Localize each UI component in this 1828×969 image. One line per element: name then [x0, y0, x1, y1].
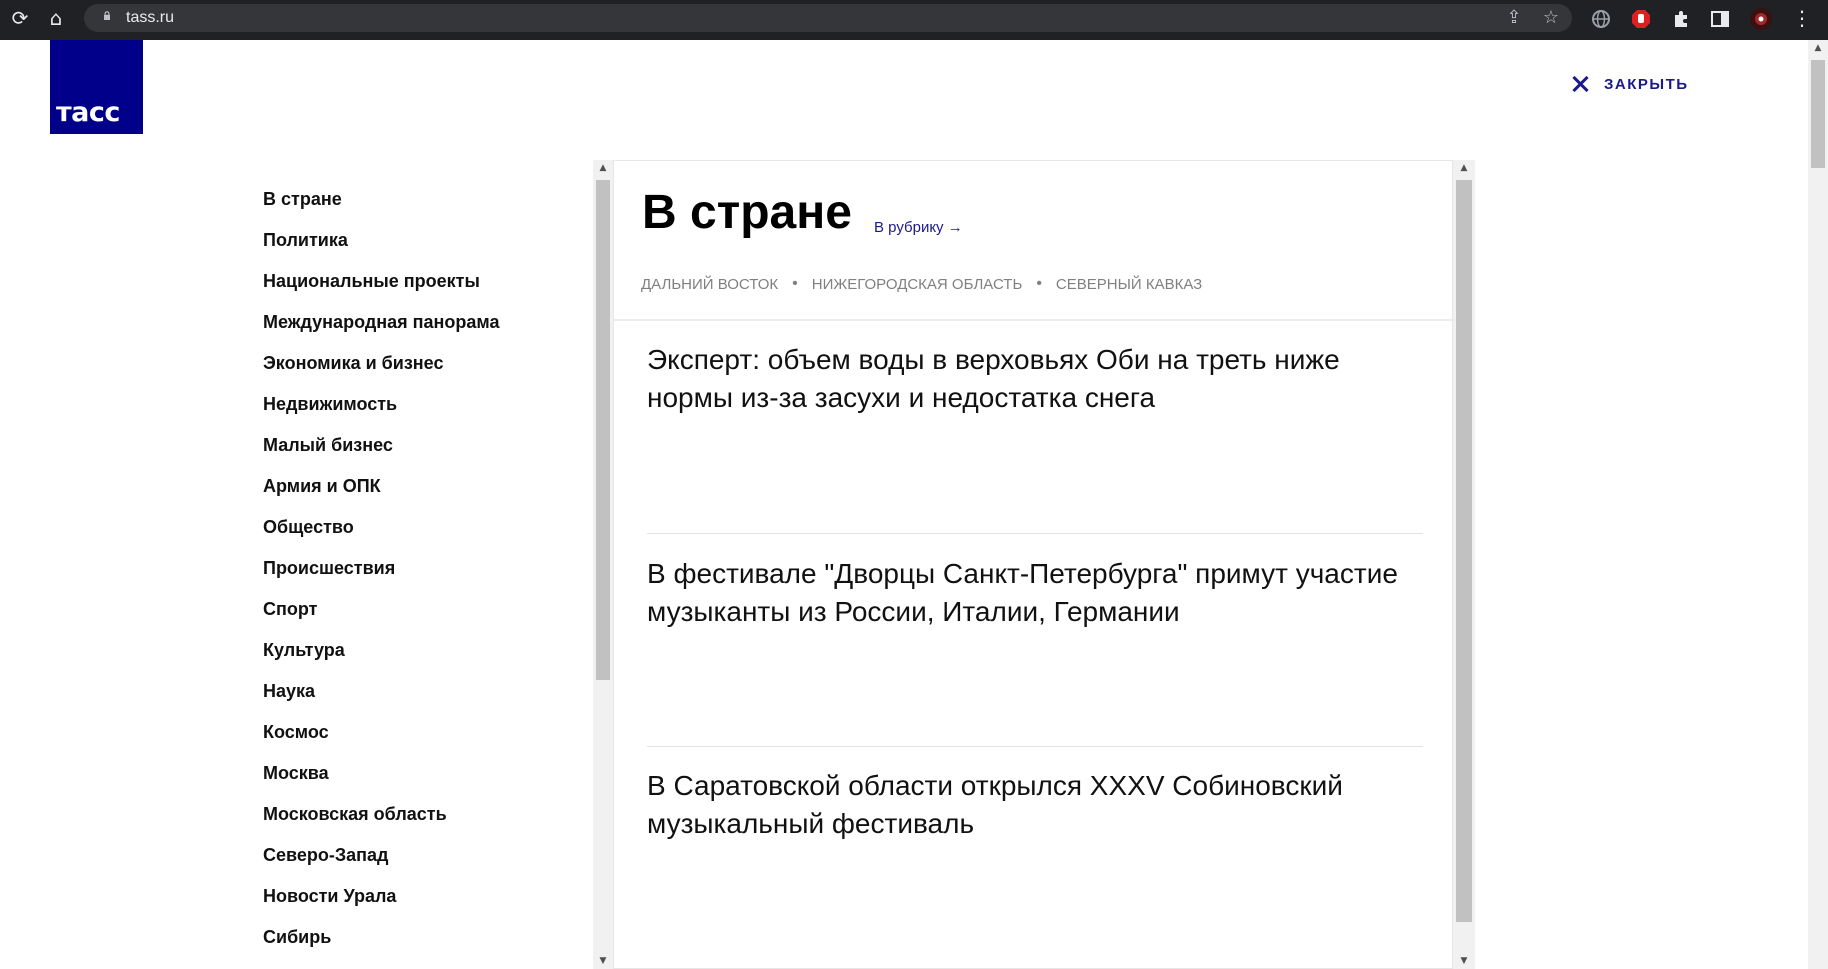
tag-separator: •	[1036, 275, 1042, 292]
category-list: В стране Политика Национальные проекты М…	[263, 188, 583, 967]
category-scrollbar-thumb[interactable]	[596, 180, 610, 680]
category-item[interactable]: Новости Урала	[263, 885, 583, 926]
sidepanel-icon[interactable]	[1707, 6, 1733, 32]
news-item[interactable]: Эксперт: объем воды в верховьях Оби на т…	[647, 341, 1423, 417]
news-item[interactable]: В Саратовской области открылся XXXV Соби…	[647, 767, 1423, 843]
profile-avatar[interactable]	[1748, 6, 1774, 32]
category-item[interactable]: Спорт	[263, 598, 583, 639]
category-item[interactable]: Армия и ОПК	[263, 475, 583, 516]
rubric-scrollbar-thumb[interactable]	[1456, 180, 1472, 922]
news-item[interactable]: В фестивале "Дворцы Санкт-Петербурга" пр…	[647, 555, 1423, 631]
divider	[647, 533, 1423, 534]
tag-link[interactable]: НИЖЕГОРОДСКАЯ ОБЛАСТЬ	[812, 276, 1023, 293]
news-headline[interactable]: В фестивале "Дворцы Санкт-Петербурга" пр…	[647, 555, 1423, 631]
rubric-panel: В стране В рубрику → ДАЛЬНИЙ ВОСТОК • НИ…	[613, 160, 1453, 969]
reload-icon[interactable]: ⟳	[0, 0, 40, 36]
tag-link[interactable]: ДАЛЬНИЙ ВОСТОК	[641, 276, 778, 293]
category-item[interactable]: Москва	[263, 762, 583, 803]
bookmark-star-icon[interactable]: ☆	[1539, 7, 1563, 29]
home-icon[interactable]: ⌂	[36, 0, 76, 36]
globe-icon[interactable]	[1588, 6, 1614, 32]
news-headline[interactable]: Эксперт: объем воды в верховьях Оби на т…	[647, 341, 1423, 417]
category-item[interactable]: Общество	[263, 516, 583, 557]
category-item[interactable]: Наука	[263, 680, 583, 721]
close-icon	[1570, 74, 1590, 94]
category-item[interactable]: Московская область	[263, 803, 583, 844]
divider	[647, 746, 1423, 747]
scroll-up-arrow-icon[interactable]: ▲	[1453, 160, 1475, 176]
rubric-scrollbar[interactable]: ▲ ▼	[1453, 160, 1475, 969]
page-scrollbar-thumb[interactable]	[1811, 60, 1825, 168]
category-item[interactable]: Недвижимость	[263, 393, 583, 434]
rubric-title: В стране	[642, 186, 852, 239]
browser-menu-icon[interactable]: ⋮	[1782, 0, 1822, 36]
category-item[interactable]: Национальные проекты	[263, 270, 583, 311]
close-button[interactable]: ЗАКРЫТЬ	[1570, 74, 1689, 94]
tag-link[interactable]: СЕВЕРНЫЙ КАВКАЗ	[1056, 276, 1202, 293]
rubric-tags: ДАЛЬНИЙ ВОСТОК • НИЖЕГОРОДСКАЯ ОБЛАСТЬ •…	[641, 275, 1202, 293]
divider	[614, 319, 1452, 321]
lock-icon	[104, 11, 110, 20]
tag-separator: •	[792, 275, 798, 292]
category-item[interactable]: Малый бизнес	[263, 434, 583, 475]
category-item[interactable]: Происшествия	[263, 557, 583, 598]
news-headline[interactable]: В Саратовской области открылся XXXV Соби…	[647, 767, 1423, 843]
adblock-icon[interactable]	[1628, 6, 1654, 32]
category-item[interactable]: Космос	[263, 721, 583, 762]
category-item[interactable]: Международная панорама	[263, 311, 583, 352]
to-rubric-link[interactable]: В рубрику →	[874, 219, 963, 236]
address-bar[interactable]: tass.ru ⇪ ☆	[84, 4, 1572, 32]
browser-toolbar: ⟳ ⌂ tass.ru ⇪ ☆ ⋮	[0, 0, 1828, 40]
category-item[interactable]: Политика	[263, 229, 583, 270]
scroll-up-arrow-icon[interactable]: ▲	[1808, 40, 1828, 56]
url-text: tass.ru	[126, 9, 175, 26]
scroll-down-arrow-icon[interactable]: ▼	[593, 953, 613, 969]
tass-logo[interactable]: тасс	[50, 40, 143, 134]
logo-text: тасс	[56, 97, 120, 128]
scroll-up-arrow-icon[interactable]: ▲	[593, 160, 613, 176]
category-item[interactable]: Экономика и бизнес	[263, 352, 583, 393]
category-item[interactable]: Сибирь	[263, 926, 583, 967]
category-scrollbar[interactable]: ▲ ▼	[593, 160, 613, 969]
scroll-down-arrow-icon[interactable]: ▼	[1453, 953, 1475, 969]
category-item[interactable]: В стране	[263, 188, 583, 229]
puzzle-icon[interactable]	[1668, 6, 1694, 32]
page-scrollbar[interactable]: ▲	[1808, 40, 1828, 969]
page: тасс ЗАКРЫТЬ В стране Политика Националь…	[0, 40, 1808, 969]
category-item[interactable]: Северо-Запад	[263, 844, 583, 885]
share-icon[interactable]: ⇪	[1502, 7, 1526, 29]
close-label: ЗАКРЫТЬ	[1604, 75, 1689, 93]
category-item[interactable]: Культура	[263, 639, 583, 680]
